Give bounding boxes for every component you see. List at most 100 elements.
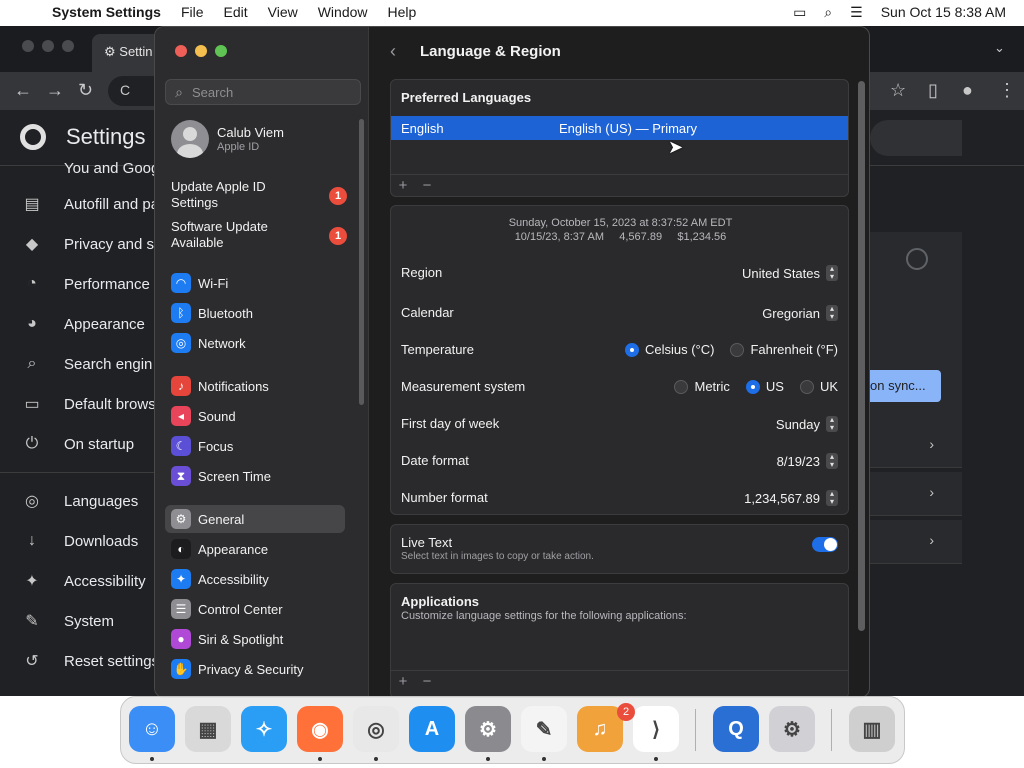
date-format-popup[interactable]: 8/19/23 ▴ ▾ bbox=[777, 453, 838, 469]
chrome-nav-item[interactable]: ↓ Downloads bbox=[0, 521, 160, 561]
number-format-popup[interactable]: 1,234,567.89 ▴ ▾ bbox=[744, 490, 838, 506]
safari-icon[interactable]: ✧ bbox=[241, 706, 287, 752]
back-chevron-icon[interactable]: ‹ bbox=[390, 41, 396, 62]
gear-icon[interactable]: ⚙ bbox=[769, 706, 815, 752]
control-center-icon[interactable]: ☰ bbox=[850, 4, 863, 21]
update-apple-id-alert[interactable]: Update Apple ID Settings 1 bbox=[171, 179, 351, 211]
remove-language-button[interactable]: − bbox=[415, 177, 439, 194]
chrome-nav-item[interactable]: ◕ Appearance bbox=[0, 304, 160, 344]
globe-icon: ◎ bbox=[25, 493, 39, 510]
fahrenheit-radio[interactable]: Fahrenheit (°F) bbox=[730, 342, 838, 357]
clipboard-icon: ▤ bbox=[24, 196, 40, 213]
menu-window[interactable]: Window bbox=[308, 4, 378, 20]
chrome-zoom-button[interactable] bbox=[62, 40, 74, 52]
preview-format-line: 10/15/23, 8:37 AM 4,567.89 $1,234.56 bbox=[514, 231, 727, 243]
chevron-right-icon: › bbox=[929, 532, 934, 548]
add-language-button[interactable]: + bbox=[391, 177, 415, 194]
chrome-row-1[interactable]: › bbox=[870, 424, 962, 468]
chrome-settings-search[interactable] bbox=[870, 120, 962, 156]
app-store-icon[interactable]: A bbox=[409, 706, 455, 752]
chrome-close-button[interactable] bbox=[22, 40, 34, 52]
sidebar-item-bluetooth[interactable]: ᛒ Bluetooth bbox=[165, 299, 345, 327]
remove-application-button[interactable]: − bbox=[415, 673, 439, 690]
chrome-nav-item[interactable]: ⏻ On startup bbox=[0, 424, 160, 464]
profile-icon[interactable]: ● bbox=[962, 80, 973, 101]
chrome-nav-item[interactable]: ◔ Performance bbox=[0, 264, 160, 304]
zoom-window-button[interactable] bbox=[215, 45, 227, 57]
minimize-window-button[interactable] bbox=[195, 45, 207, 57]
forward-arrow-icon[interactable]: → bbox=[46, 80, 64, 101]
running-indicator bbox=[318, 757, 322, 761]
chrome-nav-item[interactable]: ✎ System bbox=[0, 601, 160, 641]
menu-app-name[interactable]: System Settings bbox=[52, 4, 171, 20]
region-popup[interactable]: United States ▴ ▾ bbox=[742, 265, 838, 281]
sidebar-scrollbar[interactable] bbox=[359, 119, 364, 405]
main-scrollbar[interactable] bbox=[858, 81, 865, 631]
sidebar-item-accessibility[interactable]: ✦ Accessibility bbox=[165, 565, 345, 593]
calendar-popup[interactable]: Gregorian ▴ ▾ bbox=[762, 305, 838, 321]
chrome-nav-item[interactable]: ⌕ Search engin bbox=[0, 344, 160, 384]
chrome-nav-item[interactable]: ↺ Reset settings bbox=[0, 641, 160, 681]
metric-radio[interactable]: Metric bbox=[674, 379, 730, 394]
close-window-button[interactable] bbox=[175, 45, 187, 57]
chrome-nav-item[interactable]: ◆ Privacy and s bbox=[0, 224, 160, 264]
language-row-english[interactable]: English English (US) — Primary bbox=[391, 116, 848, 140]
uk-radio[interactable]: UK bbox=[799, 379, 838, 394]
chrome-menu-icon[interactable]: ⋮ bbox=[998, 80, 1016, 101]
sidebar-item-sound[interactable]: ◂ Sound bbox=[165, 402, 345, 430]
chrome-nav-item[interactable]: ▭ Default brows bbox=[0, 384, 160, 424]
sidebar-item-notifications[interactable]: ♪ Notifications bbox=[165, 372, 345, 400]
us-radio[interactable]: US bbox=[745, 379, 784, 394]
celsius-radio[interactable]: Celsius (°C) bbox=[624, 342, 714, 357]
screen-mirroring-icon[interactable]: ▭ bbox=[793, 4, 806, 21]
trash-icon[interactable]: ▥ bbox=[849, 706, 895, 752]
apple-id-account[interactable]: Calub Viem Apple ID bbox=[171, 119, 284, 159]
menu-help[interactable]: Help bbox=[378, 4, 427, 20]
chrome-tab-settings[interactable]: ⚙ Settin bbox=[92, 34, 162, 72]
add-application-button[interactable]: + bbox=[391, 673, 415, 690]
bookmark-star-icon[interactable]: ☆ bbox=[890, 80, 906, 101]
chrome-icon[interactable]: ◎ bbox=[353, 706, 399, 752]
chrome-nav-you-and-google[interactable]: You and Goog bbox=[0, 158, 160, 178]
sidebar-item-siri-spotlight[interactable]: ● Siri & Spotlight bbox=[165, 625, 345, 653]
sidebar-item-control-center[interactable]: ☰ Control Center bbox=[165, 595, 345, 623]
chrome-minimize-button[interactable] bbox=[42, 40, 54, 52]
chrome-nav-item[interactable]: ▤ Autofill and pa bbox=[0, 184, 160, 224]
textedit-icon[interactable]: ✎ bbox=[521, 706, 567, 752]
vscode-icon[interactable]: ⟩ bbox=[633, 706, 679, 752]
chrome-row-3[interactable]: › bbox=[870, 520, 962, 564]
back-arrow-icon[interactable]: ← bbox=[14, 80, 32, 101]
chrome-nav-item[interactable]: ◎ Languages bbox=[0, 481, 160, 521]
chrome-row-2[interactable]: › bbox=[870, 472, 962, 516]
first-day-popup[interactable]: Sunday ▴ ▾ bbox=[776, 416, 838, 432]
side-panel-icon[interactable]: ▯ bbox=[928, 80, 938, 101]
menu-edit[interactable]: Edit bbox=[214, 4, 258, 20]
spotlight-search-icon[interactable]: ⌕ bbox=[824, 4, 832, 21]
siri-icon: ● bbox=[171, 629, 191, 649]
software-update-alert[interactable]: Software Update Available 1 bbox=[171, 219, 351, 251]
menu-view[interactable]: View bbox=[258, 4, 308, 20]
finder-icon[interactable]: ☺ bbox=[129, 706, 175, 752]
quicktime-icon[interactable]: Q bbox=[713, 706, 759, 752]
sidebar-item-wi-fi[interactable]: ◠ Wi-Fi bbox=[165, 269, 345, 297]
tab-search-chevron-icon[interactable]: ⌄ bbox=[994, 40, 1005, 56]
sidebar-item-screen-time[interactable]: ⧗ Screen Time bbox=[165, 462, 345, 490]
sidebar-item-privacy-security[interactable]: ✋ Privacy & Security bbox=[165, 655, 345, 683]
chrome-sync-button[interactable]: on sync... bbox=[870, 370, 941, 402]
user-subtitle: Apple ID bbox=[217, 141, 260, 153]
sidebar-item-general[interactable]: ⚙ General bbox=[165, 505, 345, 533]
sidebar-item-focus[interactable]: ☾ Focus bbox=[165, 432, 345, 460]
number-format-value: 1,234,567.89 bbox=[744, 490, 820, 506]
reload-icon[interactable]: ↻ bbox=[78, 80, 93, 101]
sidebar-item-appearance[interactable]: ◐ Appearance bbox=[165, 535, 345, 563]
live-text-toggle[interactable] bbox=[812, 537, 838, 552]
launchpad-icon[interactable]: ▦ bbox=[185, 706, 231, 752]
sidebar-search-input[interactable]: ⌕ Search bbox=[165, 79, 361, 105]
menu-clock[interactable]: Sun Oct 15 8:38 AM bbox=[881, 4, 1006, 20]
sidebar-item-label: Privacy & Security bbox=[198, 661, 304, 677]
firefox-icon[interactable]: ◉ bbox=[297, 706, 343, 752]
menu-file[interactable]: File bbox=[171, 4, 214, 20]
chrome-nav-item[interactable]: ✦ Accessibility bbox=[0, 561, 160, 601]
system-settings-icon[interactable]: ⚙ bbox=[465, 706, 511, 752]
sidebar-item-network[interactable]: ◎ Network bbox=[165, 329, 345, 357]
